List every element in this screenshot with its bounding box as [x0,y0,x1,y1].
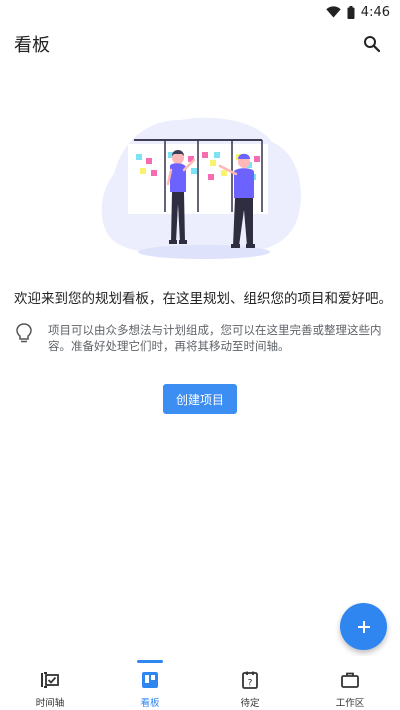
bottom-nav: 时间轴 看板 ? 待定 工作区 [0,656,400,710]
tip-text: 项目可以由众多想法与计划组成，您可以在这里完善或整理这些内容。准备好处理它们时，… [48,323,382,353]
add-fab-button[interactable] [340,603,387,650]
search-icon [364,36,381,53]
nav-label: 时间轴 [35,698,65,709]
lightbulb-icon [14,322,34,344]
nav-label: 工作区 [335,698,365,709]
tip-block: 项目可以由众多想法与计划组成，您可以在这里完善或整理这些内容。准备好处理它们时，… [14,322,386,354]
nav-label: 看板 [140,698,160,709]
nav-item-pending[interactable]: ? 待定 [200,656,300,710]
board-icon [140,670,160,690]
nav-label: 待定 [240,698,260,709]
battery-icon [347,5,355,19]
svg-text:?: ? [248,679,253,689]
screen: 4:46 看板 欢迎来到您的规划看板，在这里规划、组织您的项目和爱好吧。 项目可… [0,0,400,710]
empty-board-illustration [96,112,306,262]
status-bar: 4:46 [0,0,400,24]
page-title: 看板 [14,35,50,56]
app-bar: 看板 [0,24,400,64]
active-tab-indicator [137,660,163,663]
status-time: 4:46 [360,4,390,20]
wifi-icon [326,6,341,18]
nav-item-workspace[interactable]: 工作区 [300,656,400,710]
search-button[interactable] [358,30,386,58]
pending-icon: ? [240,670,260,690]
timeline-icon [40,670,60,690]
nav-item-timeline[interactable]: 时间轴 [0,656,100,710]
welcome-text: 欢迎来到您的规划看板，在这里规划、组织您的项目和爱好吧。 [14,291,392,307]
create-project-button[interactable]: 创建项目 [163,384,237,414]
plus-icon [357,620,370,633]
nav-item-board[interactable]: 看板 [100,656,200,710]
workspace-icon [340,670,360,690]
